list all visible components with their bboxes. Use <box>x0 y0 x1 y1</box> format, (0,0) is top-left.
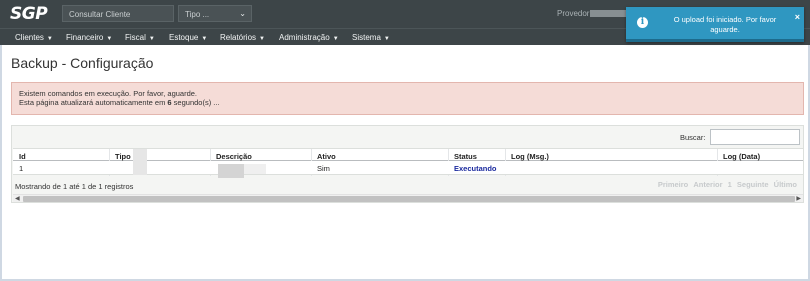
table-header-row: Id Tipo Descrição Ativo Status Log (Msg.… <box>13 148 803 176</box>
scroll-right-icon[interactable]: ▶ <box>796 195 801 202</box>
column-header-log-msg[interactable]: Log (Msg.) <box>511 152 549 161</box>
cell-descricao-redacted <box>244 164 266 174</box>
menu-financeiro[interactable]: Financeiro ▼ <box>66 33 112 42</box>
horizontal-scrollbar[interactable]: ◀ ▶ <box>13 194 803 202</box>
tipo-select[interactable]: Tipo ... ⌄ <box>178 5 252 22</box>
client-search-input[interactable]: Consultar Cliente <box>62 5 174 22</box>
caret-down-icon: ▼ <box>383 36 390 42</box>
menu-label: Administração <box>279 33 330 42</box>
toast-message: O upload foi iniciado. Por favor aguarde… <box>673 15 777 34</box>
menu-sistema[interactable]: Sistema ▼ <box>352 33 390 42</box>
column-header-log-data[interactable]: Log (Data) <box>723 152 760 161</box>
scroll-left-icon[interactable]: ◀ <box>15 195 20 202</box>
alert-line-2: Esta página atualizará automaticamente e… <box>19 98 796 107</box>
menu-clientes[interactable]: Clientes ▼ <box>15 33 53 42</box>
cell-descricao-redacted <box>218 164 244 178</box>
menu-label: Sistema <box>352 33 381 42</box>
cell-status: Executando <box>454 164 497 173</box>
provedor-label: Provedor <box>557 9 590 18</box>
column-header-status[interactable]: Status <box>454 152 477 161</box>
menu-relatorios[interactable]: Relatórios ▼ <box>220 33 265 42</box>
pagination-first[interactable]: Primeiro <box>658 180 688 189</box>
caret-down-icon: ▼ <box>106 36 113 42</box>
menu-label: Clientes <box>15 33 44 42</box>
alert-text: segundo(s) ... <box>171 98 220 107</box>
column-header-descricao[interactable]: Descrição <box>216 152 252 161</box>
alert-text: Esta página atualizará automaticamente e… <box>19 98 168 107</box>
caret-down-icon: ▼ <box>148 36 155 42</box>
menu-administracao[interactable]: Administração ▼ <box>279 33 339 42</box>
menu-label: Financeiro <box>66 33 104 42</box>
toast-progress-bar <box>626 39 804 42</box>
provedor-redacted <box>590 10 626 17</box>
running-commands-alert: Existem comandos em execução. Por favor,… <box>11 82 804 115</box>
search-label: Buscar: <box>680 133 706 142</box>
caret-down-icon: ▼ <box>259 36 265 42</box>
column-header-tipo[interactable]: Tipo <box>115 152 131 161</box>
pagination-last[interactable]: Último <box>774 180 797 189</box>
caret-down-icon: ▼ <box>201 36 208 42</box>
tipo-select-value: Tipo ... <box>185 10 210 19</box>
pagination-next[interactable]: Seguinte <box>737 180 769 189</box>
pagination: Primeiro Anterior 1 Seguinte Último <box>655 180 797 189</box>
table-info: Mostrando de 1 até 1 de 1 registros <box>15 182 134 191</box>
scrollbar-thumb[interactable] <box>23 196 795 202</box>
menu-label: Fiscal <box>125 33 146 42</box>
upload-toast: i O upload foi iniciado. Por favor aguar… <box>626 7 804 42</box>
backup-table-panel: Buscar: Id Tipo Descrição Ativo Status L… <box>11 125 804 203</box>
column-header-ativo[interactable]: Ativo <box>317 152 336 161</box>
menu-label: Estoque <box>169 33 199 42</box>
cell-tipo-redacted <box>133 149 147 175</box>
cell-id: 1 <box>19 164 24 173</box>
pagination-page[interactable]: 1 <box>728 180 732 189</box>
chevron-down-icon: ⌄ <box>239 9 246 18</box>
caret-down-icon: ▼ <box>46 36 53 42</box>
table-search-input[interactable] <box>710 129 800 145</box>
column-header-id[interactable]: Id <box>19 152 26 161</box>
menu-estoque[interactable]: Estoque ▼ <box>169 33 207 42</box>
menu-fiscal[interactable]: Fiscal ▼ <box>125 33 155 42</box>
page-title: Backup - Configuração <box>11 55 154 71</box>
menu-label: Relatórios <box>220 33 257 42</box>
app-logo[interactable]: SGP <box>10 4 48 24</box>
table-row[interactable]: 1 Sim Executando <box>13 149 803 178</box>
alert-line-1: Existem comandos em execução. Por favor,… <box>19 89 198 98</box>
cell-ativo: Sim <box>317 164 330 173</box>
caret-down-icon: ▼ <box>332 36 339 42</box>
info-icon: i <box>637 17 648 28</box>
close-icon[interactable]: × <box>795 12 800 22</box>
pagination-previous[interactable]: Anterior <box>693 180 722 189</box>
